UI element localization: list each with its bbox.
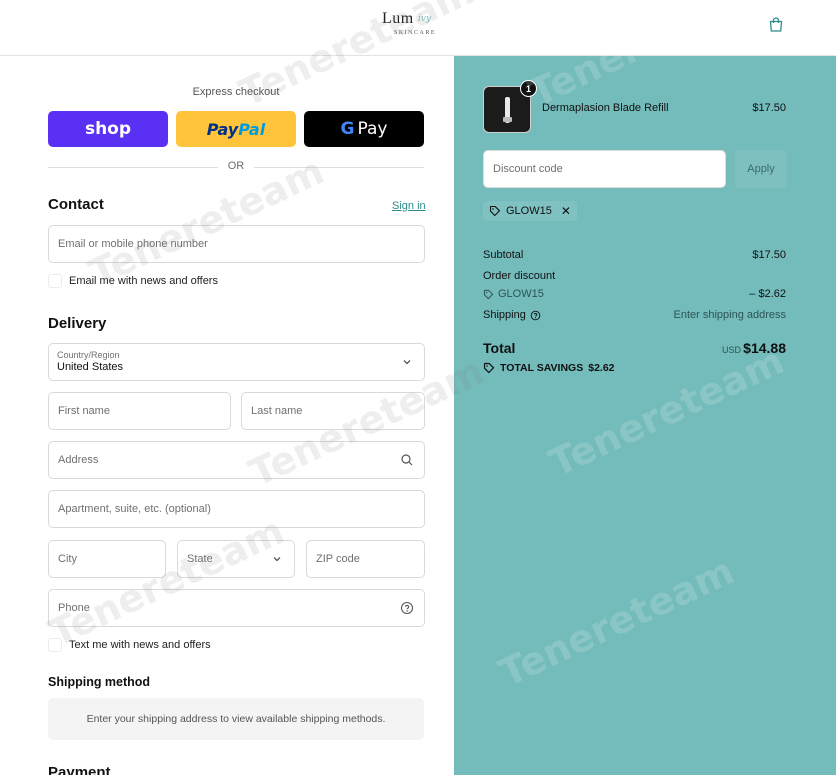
subtotal-row: Subtotal $17.50 (483, 249, 786, 261)
shipping-method-title: Shipping method (48, 675, 151, 689)
total-savings: TOTAL SAVINGS $2.62 (483, 362, 615, 374)
paypal-button[interactable]: Pay Pal (176, 111, 296, 147)
google-pay-button[interactable]: G Pay (304, 111, 424, 147)
logo-script: ivy (418, 14, 432, 24)
email-field[interactable]: Email or mobile phone number (48, 225, 425, 263)
shop-pay-button[interactable]: shop (48, 111, 168, 147)
apartment-field[interactable]: Apartment, suite, etc. (optional) (48, 490, 425, 528)
express-checkout-label: Express checkout (192, 86, 280, 98)
address-field[interactable]: Address (48, 441, 425, 479)
chevron-down-icon (270, 552, 284, 566)
last-name-field[interactable]: Last name (241, 392, 425, 430)
remove-discount-icon[interactable]: ✕ (561, 204, 571, 218)
phone-field[interactable]: Phone (48, 589, 425, 627)
delivery-title: Delivery (48, 315, 107, 332)
total-label: Total (483, 340, 516, 356)
tag-icon (483, 289, 494, 300)
state-select[interactable]: State (177, 540, 295, 578)
total-value: $14.88 (743, 340, 786, 356)
sms-news-checkbox[interactable] (48, 638, 62, 652)
email-news-checkbox[interactable] (48, 274, 62, 288)
payment-title: Payment (48, 764, 111, 775)
shipping-value: Enter shipping address (673, 309, 786, 321)
or-label: OR (218, 160, 254, 172)
logo-sub: SKINCARE (394, 30, 437, 36)
discount-code-input[interactable]: Discount code (483, 150, 726, 188)
cart-icon[interactable] (766, 14, 786, 34)
order-summary: 1 Dermaplasion Blade Refill $17.50 Disco… (454, 56, 836, 775)
zip-field[interactable]: ZIP code (306, 540, 425, 578)
help-icon[interactable] (400, 601, 414, 615)
chevron-down-icon (400, 355, 414, 369)
email-news-option[interactable]: Email me with news and offers (48, 273, 218, 289)
google-icon: G (340, 119, 355, 139)
order-discount-row: Order discount (483, 270, 556, 282)
checkout-header: Lum ivy SKINCARE (0, 0, 836, 56)
product-price: $17.50 (752, 102, 786, 114)
help-icon[interactable] (530, 310, 541, 321)
discount-value: – $2.62 (749, 288, 786, 300)
quantity-badge: 1 (520, 80, 537, 97)
store-logo[interactable]: Lum ivy SKINCARE (380, 10, 452, 42)
subtotal-value: $17.50 (752, 249, 786, 261)
shipping-method-placeholder: Enter your shipping address to view avai… (48, 698, 424, 740)
applied-discount-chip: GLOW15 ✕ (483, 201, 577, 221)
country-select[interactable]: Country/Region United States (48, 343, 425, 381)
currency-code: USD (722, 345, 742, 355)
tag-icon (483, 362, 495, 374)
checkout-form: Express checkout shop Pay Pal G Pay OR Con… (0, 56, 454, 775)
tag-icon (489, 205, 501, 217)
shipping-row: Shipping Enter shipping address (483, 309, 786, 321)
sms-news-option[interactable]: Text me with news and offers (48, 637, 211, 653)
product-name: Dermaplasion Blade Refill (542, 102, 669, 114)
contact-title: Contact (48, 196, 104, 213)
search-icon (400, 453, 414, 467)
discount-code-row: GLOW15 – $2.62 (483, 288, 786, 303)
sign-in-link[interactable]: Sign in (392, 200, 426, 212)
city-field[interactable]: City (48, 540, 166, 578)
first-name-field[interactable]: First name (48, 392, 231, 430)
logo-main: Lum (382, 10, 414, 27)
apply-discount-button[interactable]: Apply (735, 150, 787, 188)
